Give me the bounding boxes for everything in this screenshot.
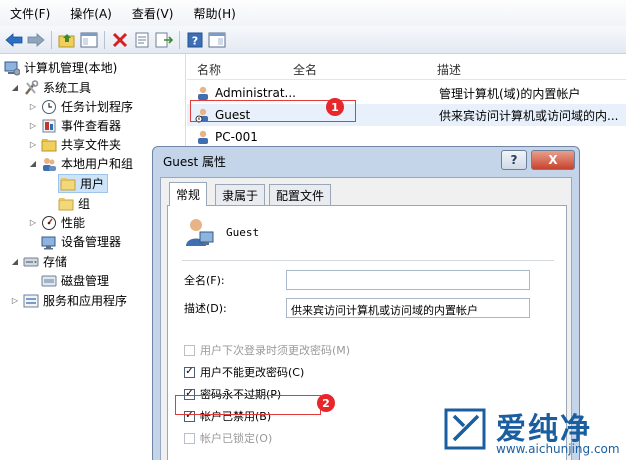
watermark: 爱纯净 www.aichunjing.com: [440, 400, 626, 460]
tree-node-services-applications[interactable]: ▷ 服务和应用程序: [10, 291, 127, 310]
column-header-description[interactable]: 描述: [437, 61, 461, 78]
fullname-label: 全名(F):: [184, 274, 225, 287]
device-manager-icon: [41, 234, 57, 250]
user-icon: [195, 129, 211, 145]
description-input[interactable]: 供来宾访问计算机或访问域的内置帐户: [286, 298, 530, 318]
tab-member-of[interactable]: 隶属于: [215, 184, 266, 205]
help-icon[interactable]: ?: [185, 30, 205, 50]
delete-icon[interactable]: [110, 30, 130, 50]
option-account-locked[interactable]: 帐户已锁定(O): [184, 430, 272, 446]
tree-node-shared-folders[interactable]: ▷ 共享文件夹: [28, 135, 121, 154]
expanded-arrow-icon[interactable]: ◢: [10, 83, 20, 92]
tab-profile[interactable]: 配置文件: [269, 184, 332, 205]
toolbar-separator: [51, 30, 52, 49]
step-badge-2: 2: [317, 394, 335, 412]
tab-general[interactable]: 常规: [169, 182, 208, 206]
tree-node-performance[interactable]: ▷ 性能: [28, 213, 85, 232]
column-header-fullname[interactable]: 全名: [293, 61, 317, 78]
tree-node-storage[interactable]: ◢ 存储: [10, 252, 67, 271]
back-arrow-icon[interactable]: [4, 30, 24, 50]
show-action-pane-icon[interactable]: [207, 30, 227, 50]
disk-management-icon: [41, 273, 57, 289]
table-row[interactable]: PC-001: [187, 126, 626, 148]
toolbar-separator: [104, 30, 105, 49]
tools-icon: [23, 79, 39, 96]
users-group-icon: [41, 156, 57, 172]
username-label: Guest: [226, 226, 260, 239]
collapsed-arrow-icon[interactable]: ▷: [28, 102, 38, 111]
menu-view[interactable]: 查看(V): [122, 5, 184, 22]
tree-node-task-scheduler[interactable]: ▷ 任务计划程序: [28, 97, 133, 116]
list-header: 名称 全名 描述: [187, 54, 626, 80]
column-header-name[interactable]: 名称: [197, 61, 221, 78]
storage-icon: [23, 254, 39, 270]
toolbar: ?: [0, 26, 626, 54]
tree-node-users[interactable]: 用户: [58, 174, 109, 193]
watermark-url: www.aichunjing.com: [496, 442, 620, 456]
shared-folder-icon: [41, 137, 57, 153]
clock-icon: [41, 99, 57, 115]
tree-node-system-tools[interactable]: ◢ 系统工具: [10, 78, 91, 97]
checkbox-unchecked-icon[interactable]: [184, 432, 195, 444]
highlight-box-account-disabled: [175, 395, 321, 415]
tree-node-groups[interactable]: 组: [58, 194, 90, 213]
event-viewer-icon: [41, 118, 57, 134]
collapsed-arrow-icon[interactable]: ▷: [28, 121, 38, 130]
computer-management-icon: [4, 60, 20, 76]
folder-icon: [58, 196, 74, 212]
user-icon: [195, 85, 211, 101]
tree-node-computer-management[interactable]: 计算机管理(本地): [4, 58, 117, 77]
export-list-icon[interactable]: [154, 30, 174, 50]
menu-action[interactable]: 操作(A): [60, 5, 122, 22]
show-tree-icon[interactable]: [79, 30, 99, 50]
menu-bar: 文件(F) 操作(A) 查看(V) 帮助(H): [0, 0, 626, 26]
option-must-change-password[interactable]: 用户下次登录时须更改密码(M): [184, 342, 350, 358]
divider: [182, 260, 554, 261]
tree-node-disk-management[interactable]: 磁盘管理: [41, 271, 109, 290]
step-badge-1: 1: [326, 98, 344, 116]
properties-icon[interactable]: [132, 30, 152, 50]
user-avatar-icon: [182, 216, 214, 251]
folder-icon: [60, 176, 76, 192]
up-folder-icon[interactable]: [57, 30, 77, 50]
collapsed-arrow-icon[interactable]: ▷: [10, 296, 20, 305]
services-icon: [23, 293, 39, 309]
collapsed-arrow-icon[interactable]: ▷: [28, 218, 38, 227]
svg-text:?: ?: [192, 34, 198, 47]
menu-file[interactable]: 文件(F): [0, 5, 60, 22]
collapsed-arrow-icon[interactable]: ▷: [28, 140, 38, 149]
help-button[interactable]: ?: [501, 150, 527, 170]
expanded-arrow-icon[interactable]: ◢: [10, 257, 20, 266]
close-button[interactable]: X: [531, 150, 575, 170]
option-cannot-change-password[interactable]: ✓ 用户不能更改密码(C): [184, 364, 304, 380]
menu-help[interactable]: 帮助(H): [183, 5, 245, 22]
dialog-title: Guest 属性: [163, 155, 227, 169]
forward-arrow-icon[interactable]: [26, 30, 46, 50]
performance-icon: [41, 215, 57, 231]
toolbar-separator: [179, 30, 180, 49]
description-label: 描述(D):: [184, 302, 227, 315]
checkbox-unchecked-icon[interactable]: [184, 344, 195, 356]
checkbox-checked-icon[interactable]: ✓: [184, 366, 195, 378]
tree-node-local-users-groups[interactable]: ◢ 本地用户和组: [28, 154, 133, 173]
expanded-arrow-icon[interactable]: ◢: [28, 159, 38, 168]
tree-node-event-viewer[interactable]: ▷ 事件查看器: [28, 116, 121, 135]
fullname-input[interactable]: [286, 270, 530, 290]
tree-node-device-manager[interactable]: 设备管理器: [41, 232, 121, 251]
